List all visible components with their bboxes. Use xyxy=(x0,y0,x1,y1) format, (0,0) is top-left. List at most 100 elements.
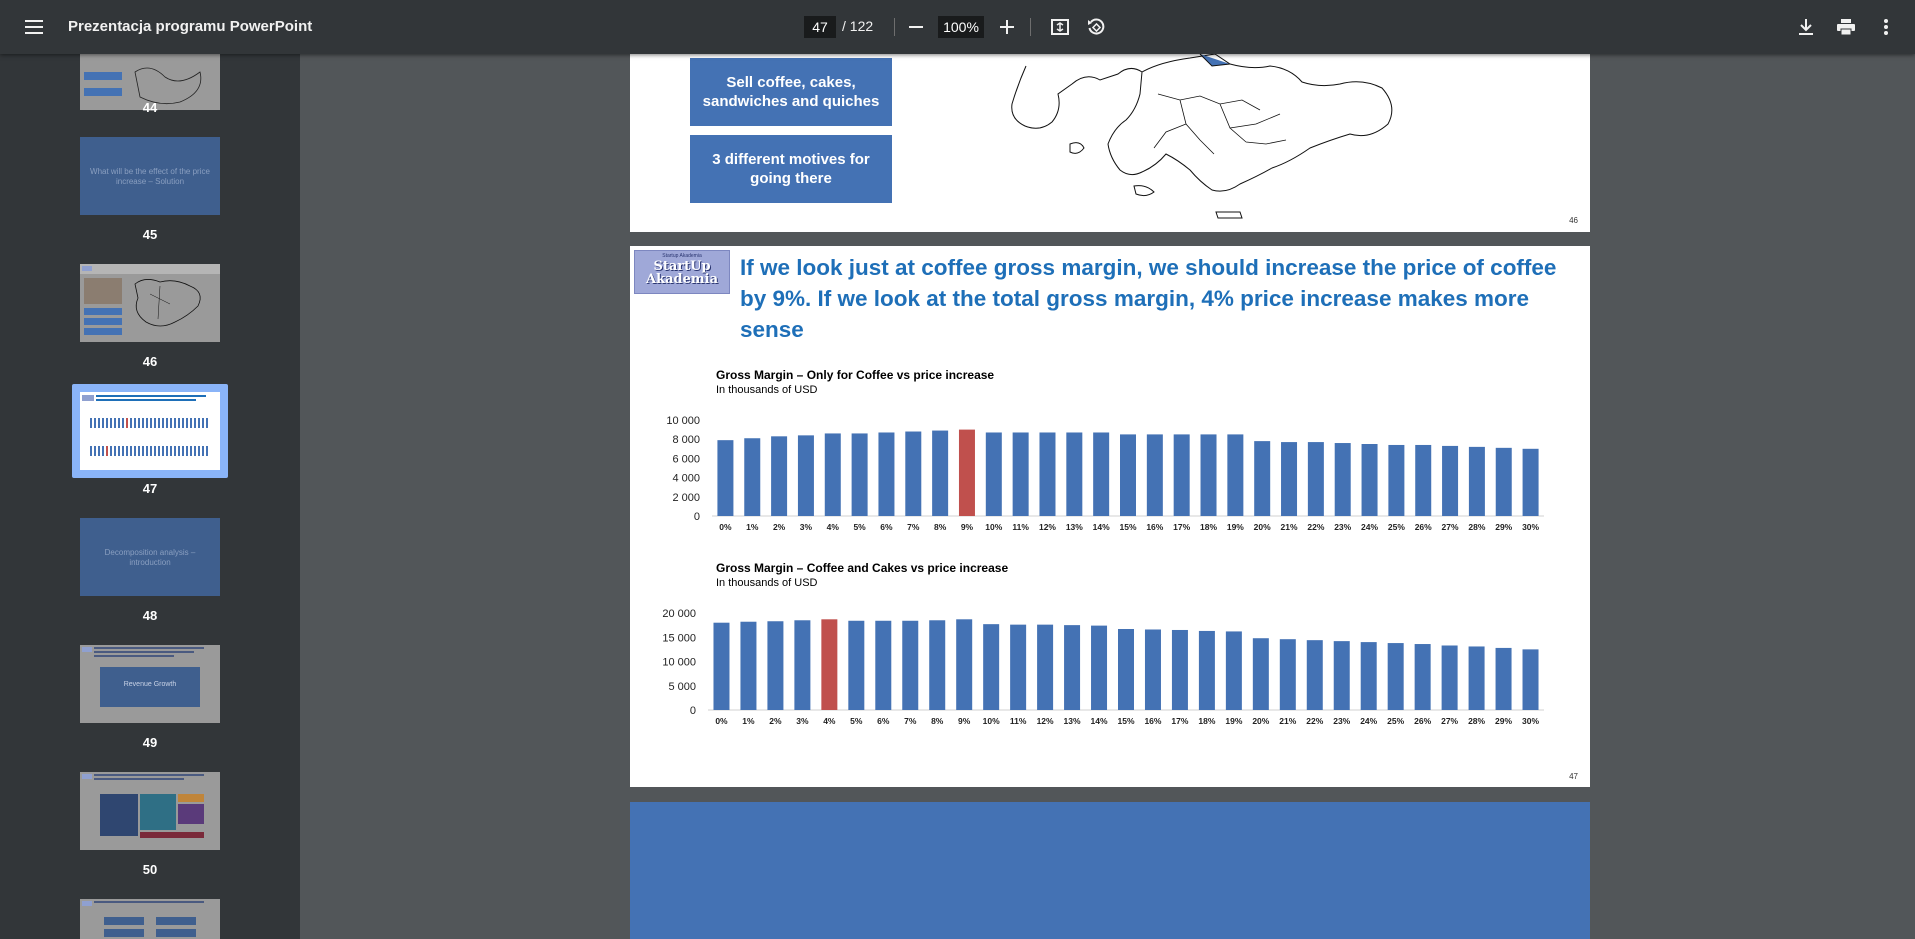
zoom-out-icon[interactable] xyxy=(900,11,932,43)
thumbnail-sidebar: 44 What will be the effect of the price … xyxy=(0,54,300,939)
x-tick-label: 26% xyxy=(1414,716,1431,726)
slide-title: If we look just at coffee gross margin, … xyxy=(740,255,1557,342)
thumbnail-page-50[interactable] xyxy=(80,772,220,850)
bar xyxy=(1307,442,1324,516)
bar xyxy=(1414,644,1431,710)
bar xyxy=(848,620,865,710)
x-tick-label: 6% xyxy=(877,716,890,726)
x-tick-label: 20% xyxy=(1252,716,1269,726)
pdf-toolbar: Prezentacja programu PowerPoint 47 / 122… xyxy=(0,0,1915,54)
bar xyxy=(985,432,1002,516)
thumbnail-page-51[interactable] xyxy=(80,899,220,939)
thumbnail-page-45[interactable]: What will be the effect of the price inc… xyxy=(80,137,220,215)
print-icon[interactable] xyxy=(1830,11,1862,43)
bar xyxy=(1010,624,1027,710)
y-tick-label: 0 xyxy=(694,511,700,523)
bar xyxy=(1306,640,1323,710)
bar xyxy=(771,436,788,516)
x-tick-label: 27% xyxy=(1442,522,1459,532)
zoom-input[interactable]: 100% xyxy=(938,16,984,38)
rotate-icon[interactable] xyxy=(1080,11,1112,43)
bar xyxy=(1441,645,1458,710)
x-tick-label: 27% xyxy=(1441,716,1458,726)
bar xyxy=(1039,432,1056,516)
bar xyxy=(1387,643,1404,710)
x-tick-label: 13% xyxy=(1066,522,1083,532)
zoom-in-icon[interactable] xyxy=(991,11,1023,43)
thumbnail-page-48[interactable]: Decomposition analysis – introduction xyxy=(80,518,220,596)
thumbnail-page-49[interactable]: Revenue Growth xyxy=(80,645,220,723)
toolbar-divider xyxy=(894,18,895,36)
y-tick-label: 20 000 xyxy=(662,608,696,620)
x-tick-label: 6% xyxy=(880,522,893,532)
chart2-title: Gross Margin – Coffee and Cakes vs price… xyxy=(716,561,1009,575)
bar xyxy=(713,622,730,710)
bar xyxy=(1252,638,1269,710)
bar xyxy=(1144,629,1161,710)
page-number: 46 xyxy=(1569,216,1578,225)
bar xyxy=(1120,434,1136,516)
bar xyxy=(1091,625,1108,710)
bar xyxy=(1361,444,1378,516)
bar xyxy=(1388,444,1405,516)
x-tick-label: 29% xyxy=(1495,716,1512,726)
x-tick-label: 28% xyxy=(1468,522,1485,532)
bar xyxy=(824,433,841,516)
x-tick-label: 17% xyxy=(1171,716,1188,726)
chart1-subtitle: In thousands of USD xyxy=(716,384,818,396)
thumbnail-label: 46 xyxy=(142,354,158,369)
bar xyxy=(875,620,892,710)
download-icon[interactable] xyxy=(1790,11,1822,43)
x-tick-label: 14% xyxy=(1093,522,1110,532)
x-tick-label: 23% xyxy=(1334,522,1351,532)
y-tick-label: 15 000 xyxy=(662,632,696,644)
x-tick-label: 17% xyxy=(1173,522,1190,532)
x-tick-label: 23% xyxy=(1333,716,1350,726)
thumbnail-label: 50 xyxy=(142,862,158,877)
bar xyxy=(1360,642,1377,710)
x-tick-label: 10% xyxy=(983,716,1000,726)
x-tick-label: 12% xyxy=(1037,716,1054,726)
x-tick-label: 1% xyxy=(742,716,755,726)
bar xyxy=(1415,444,1432,516)
bar xyxy=(929,620,946,710)
x-tick-label: 7% xyxy=(904,716,917,726)
chart2-plot: 0 5 000 10 000 15 000 20 000 0% 1% 2% 3% 4% 5% 6% 7%… xyxy=(662,608,1544,726)
x-tick-label: 4% xyxy=(827,522,840,532)
highlighted-bar xyxy=(958,429,975,516)
bar xyxy=(1146,434,1163,516)
bar xyxy=(1334,443,1351,516)
pdf-page-46: Sell coffee, cakes, sandwiches and quich… xyxy=(630,54,1590,232)
motive-box-motives: 3 different motives for going there xyxy=(690,135,892,203)
thumbnail-label: 44 xyxy=(142,100,158,115)
bar xyxy=(1037,624,1054,710)
x-tick-label: 11% xyxy=(1012,522,1029,532)
bar xyxy=(1279,639,1296,710)
document-title: Prezentacja programu PowerPoint xyxy=(68,18,313,35)
fit-to-page-icon[interactable] xyxy=(1044,11,1076,43)
x-tick-label: 11% xyxy=(1010,716,1027,726)
europe-map-image xyxy=(1011,54,1393,219)
highlighted-bar xyxy=(821,619,838,710)
bar xyxy=(1200,434,1217,516)
thumbnail-page-47[interactable] xyxy=(80,392,220,470)
startup-akademia-logo: Startup Akademia StartUp Akademia xyxy=(634,250,730,294)
x-tick-label: 5% xyxy=(850,716,863,726)
x-tick-label: 26% xyxy=(1415,522,1432,532)
y-tick-label: 6 000 xyxy=(672,453,700,465)
x-tick-label: 14% xyxy=(1091,716,1108,726)
more-options-icon[interactable] xyxy=(1870,11,1902,43)
bar xyxy=(1093,432,1110,516)
document-viewer[interactable]: Sell coffee, cakes, sandwiches and quich… xyxy=(300,54,1915,939)
thumbnail-text: Decomposition analysis – introduction xyxy=(104,548,196,567)
thumbnail-page-46[interactable] xyxy=(80,264,220,342)
bar xyxy=(797,435,814,516)
bar xyxy=(1064,625,1081,710)
thumbnail-label: 47 xyxy=(142,481,158,496)
x-tick-label: 25% xyxy=(1387,716,1404,726)
x-tick-label: 21% xyxy=(1279,716,1296,726)
menu-icon[interactable] xyxy=(18,11,50,43)
x-tick-label: 16% xyxy=(1144,716,1161,726)
bar xyxy=(1468,646,1485,710)
page-number-input[interactable]: 47 xyxy=(804,16,836,38)
